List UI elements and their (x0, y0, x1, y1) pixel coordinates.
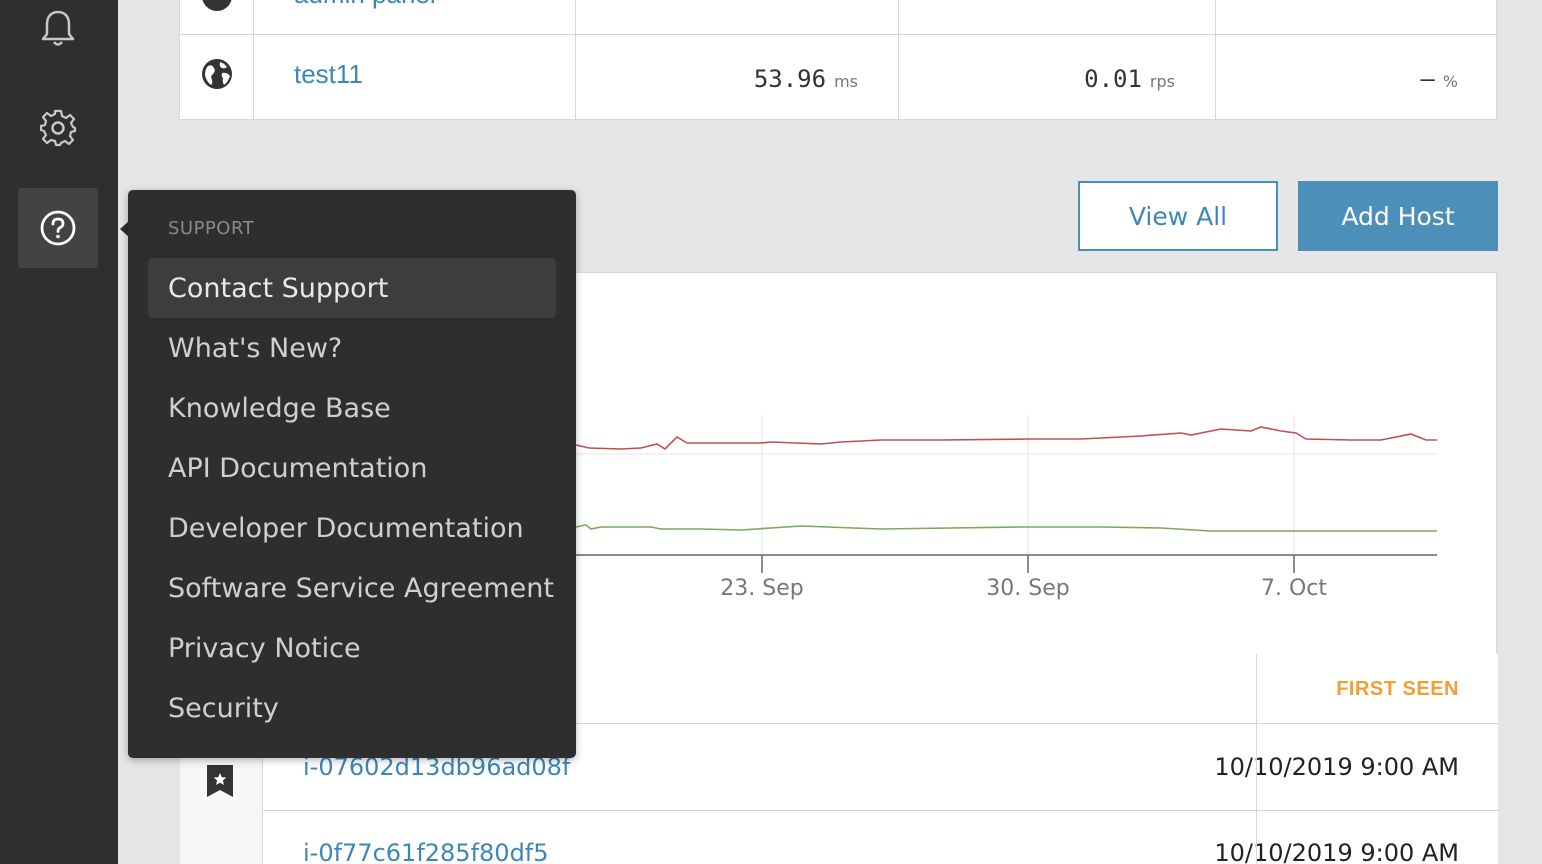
bell-icon (41, 10, 75, 46)
globe-icon (200, 57, 234, 96)
support-menu: SUPPORT Contact Support What's New? Know… (128, 190, 576, 758)
latency-value: 53.96 ms (600, 65, 858, 93)
throughput-unit: rps (1149, 72, 1175, 91)
menu-item-whats-new[interactable]: What's New? (148, 318, 556, 378)
settings-button[interactable] (18, 88, 98, 168)
series-line-red (575, 426, 1437, 451)
help-circle-icon (40, 210, 76, 246)
latency-unit: ms (834, 72, 858, 91)
notifications-button[interactable] (18, 0, 98, 68)
throughput-value: 0.01 rps (920, 65, 1175, 93)
gear-icon (39, 109, 77, 147)
menu-item-knowledge-base[interactable]: Knowledge Base (148, 378, 556, 438)
menu-item-software-service-agreement[interactable]: Software Service Agreement (148, 558, 556, 618)
hosts-table: admin panel test11 53.96 ms 0.01 rps –% (179, 0, 1497, 120)
column-divider (1215, 0, 1216, 119)
error-rate-unit: % (1442, 72, 1458, 91)
throughput-number: 0.01 (1084, 65, 1142, 93)
host-link[interactable]: admin panel (294, 0, 436, 10)
instance-link[interactable]: i-0f77c61f285f80df5 (303, 839, 549, 864)
first-seen-value: 10/10/2019 9:00 AM (1214, 753, 1459, 781)
latency-number: 53.96 (753, 65, 827, 93)
error-rate-number: – (1420, 65, 1435, 93)
bookmark-icon[interactable] (206, 764, 234, 803)
first-seen-value: 10/10/2019 9:00 AM (1214, 839, 1459, 864)
host-link[interactable]: test11 (294, 59, 363, 90)
menu-header: SUPPORT (168, 218, 255, 239)
table-row: test11 53.96 ms 0.01 rps –% (180, 34, 1496, 120)
help-button[interactable] (18, 188, 98, 268)
column-divider (253, 0, 254, 119)
error-rate-value: –% (1240, 65, 1458, 93)
column-divider (575, 0, 576, 119)
add-host-button[interactable]: Add Host (1298, 181, 1498, 251)
x-tick-label: 30. Sep (986, 576, 1069, 601)
x-tick-label: 23. Sep (720, 576, 803, 601)
menu-item-privacy-notice[interactable]: Privacy Notice (148, 618, 556, 678)
menu-item-api-documentation[interactable]: API Documentation (148, 438, 556, 498)
table-row: admin panel (180, 0, 1496, 35)
menu-item-security[interactable]: Security (148, 678, 556, 738)
menu-item-developer-documentation[interactable]: Developer Documentation (148, 498, 556, 558)
view-all-button[interactable]: View All (1078, 181, 1278, 251)
column-divider (1256, 654, 1257, 864)
column-divider (898, 0, 899, 119)
globe-icon (200, 0, 234, 18)
menu-item-contact-support[interactable]: Contact Support (148, 258, 556, 318)
x-tick-label: 7. Oct (1261, 576, 1327, 601)
sidebar (0, 0, 118, 864)
first-seen-header[interactable]: FIRST SEEN (1336, 678, 1459, 701)
series-line-green (575, 524, 1437, 532)
table-row: i-0f77c61f285f80df5 10/10/2019 9:00 AM (263, 811, 1499, 864)
